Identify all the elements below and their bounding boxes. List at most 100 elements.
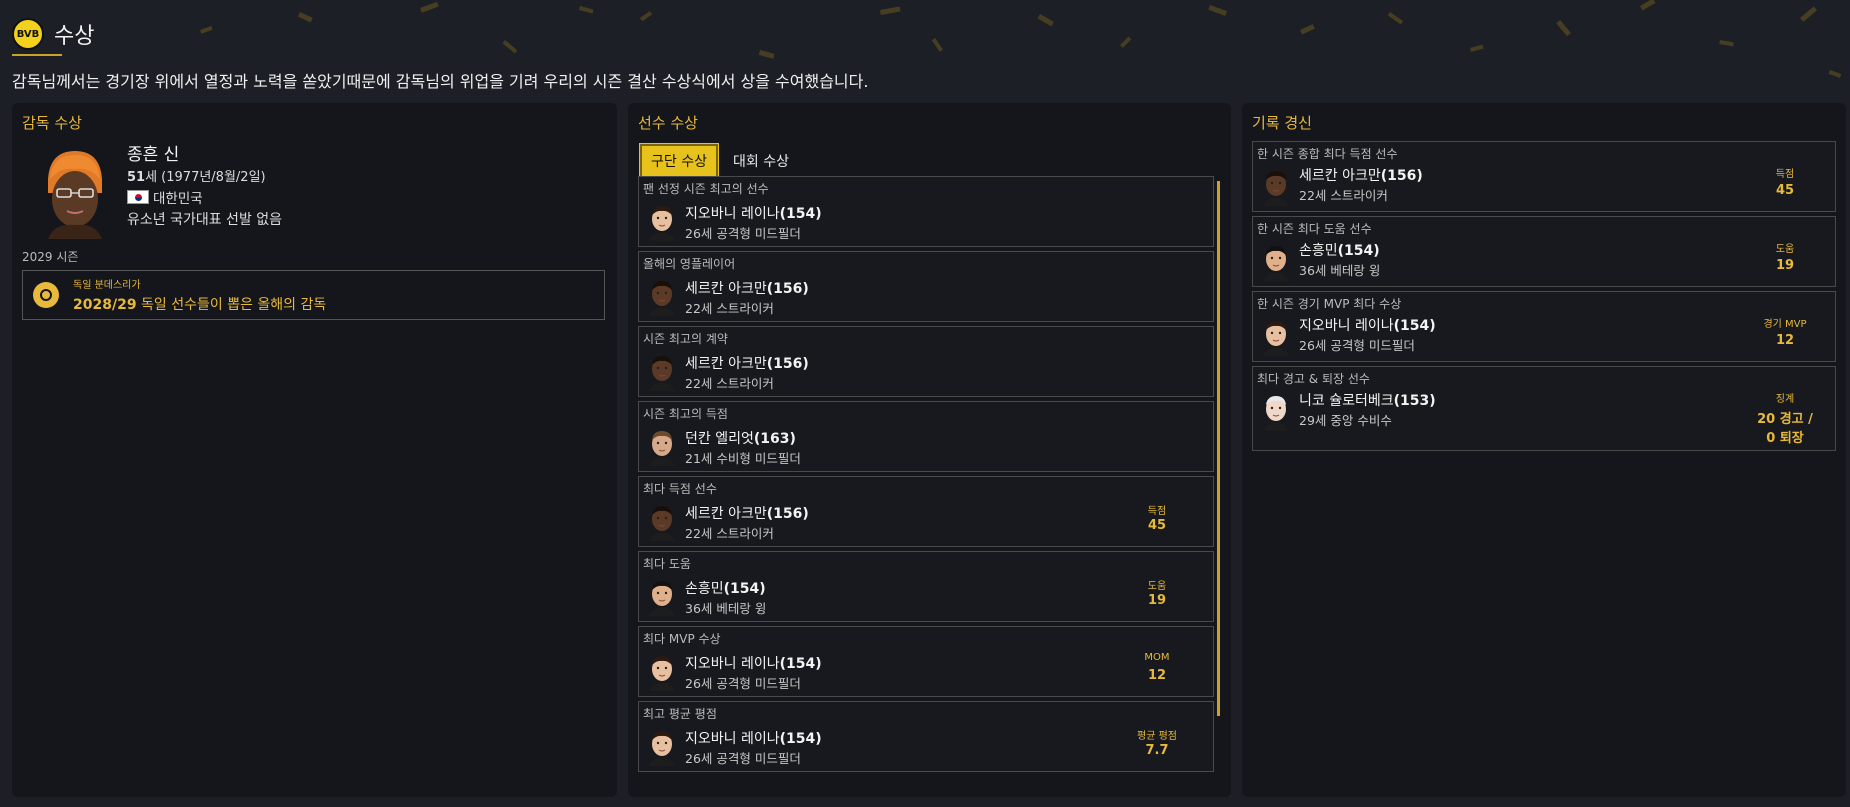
player-position: 36세 베테랑 윙 (1299, 263, 1381, 278)
record-card[interactable]: 한 시즌 경기 MVP 최다 수상 지오바니 레이나(154) 26세 공격형 미… (1252, 291, 1836, 362)
player-award-card[interactable]: 최다 득점 선수 세르칸 아크만(156) 22세 스트라이커 득점 45 (638, 476, 1214, 547)
stat-label: 징계 (1775, 394, 1795, 405)
player-position: 22세 스트라이커 (685, 526, 774, 541)
manager-name: 종흔 신 (127, 145, 180, 165)
player-face (649, 656, 675, 691)
stat-label: 평균 평점 (1137, 731, 1177, 742)
manager-age: 51세 (1977년/8월/2일) (127, 170, 266, 185)
player-face (649, 731, 675, 766)
stat-value: 19 (1147, 593, 1167, 608)
award-title: 한 시즌 종합 최다 득점 선수 (1257, 147, 1398, 161)
player-name[interactable]: 지오바니 레이나(154) (685, 728, 822, 748)
player-face (1263, 396, 1289, 431)
player-position: 26세 공격형 미드필더 (685, 751, 801, 766)
player-position: 22세 스트라이커 (1299, 188, 1388, 203)
player-panel-title: 선수 수상 (638, 114, 698, 132)
manager-award-card[interactable]: 독일 분데스리가 2028/29 독일 선수들이 뽑은 올해의 감독 (22, 270, 605, 320)
award-title: 시즌 최고의 계약 (643, 332, 728, 346)
season-label: 2029 시즌 (22, 250, 79, 264)
player-awards-panel: 선수 수상 구단 수상 대회 수상 팬 선정 시즌 최고의 선수 지오바니 레이… (628, 103, 1231, 797)
award-title: 올해의 영플레이어 (643, 257, 736, 271)
manager-nation-label: 대한민국 (153, 191, 203, 207)
player-name[interactable]: 손흥민(154) (1299, 240, 1380, 260)
award-description: 2028/29 독일 선수들이 뽑은 올해의 감독 (73, 297, 327, 313)
player-name[interactable]: 니코 슐로터베크(153) (1299, 390, 1436, 410)
player-award-list[interactable]: 팬 선정 시즌 최고의 선수 지오바니 레이나(154) 26세 공격형 미드필더… (638, 176, 1223, 786)
player-name[interactable]: 지오바니 레이나(154) (1299, 315, 1436, 335)
player-name[interactable]: 던칸 엘리엇(163) (685, 428, 796, 448)
record-card[interactable]: 한 시즌 최다 도움 선수 손흥민(154) 36세 베테랑 윙 도움 19 (1252, 216, 1836, 287)
player-position: 22세 스트라이커 (685, 301, 774, 316)
award-competition: 독일 분데스리가 (73, 280, 141, 291)
tab-competition-awards[interactable]: 대회 수상 (724, 146, 798, 176)
manager-nationality: 대한민국 (127, 187, 203, 207)
player-position: 22세 스트라이커 (685, 376, 774, 391)
stat-value: 12 (1147, 668, 1167, 683)
award-title: 한 시즌 경기 MVP 최다 수상 (1257, 297, 1402, 311)
player-face (1263, 171, 1289, 206)
stat-label: 도움 (1775, 244, 1795, 255)
korea-flag-icon (127, 190, 149, 204)
award-title: 시즌 최고의 득점 (643, 407, 728, 421)
intro-text: 감독님께서는 경기장 위에서 열정과 노력을 쏟았기때문에 감독님의 위업을 기… (12, 72, 869, 91)
player-name[interactable]: 세르칸 아크만(156) (685, 503, 809, 523)
player-face (649, 356, 675, 391)
manager-panel-title: 감독 수상 (22, 114, 82, 132)
player-award-card[interactable]: 시즌 최고의 계약 세르칸 아크만(156) 22세 스트라이커 (638, 326, 1214, 397)
player-name[interactable]: 손흥민(154) (685, 578, 766, 598)
player-face (649, 206, 675, 241)
record-card[interactable]: 한 시즌 종합 최다 득점 선수 세르칸 아크만(156) 22세 스트라이커 득점… (1252, 141, 1836, 212)
stat-label: 경기 MVP (1763, 319, 1807, 330)
award-title: 최다 도움 (643, 557, 691, 571)
player-award-card[interactable]: 팬 선정 시즌 최고의 선수 지오바니 레이나(154) 26세 공격형 미드필더 (638, 176, 1214, 247)
player-position: 26세 공격형 미드필더 (685, 226, 801, 241)
player-face (1263, 246, 1289, 281)
player-position: 36세 베테랑 윙 (685, 601, 767, 616)
stat-label: 득점 (1775, 169, 1795, 180)
club-logo: BVB (12, 18, 44, 50)
player-face (649, 281, 675, 316)
award-title: 최고 평균 평점 (643, 707, 717, 721)
stat-label: 도움 (1147, 581, 1167, 592)
stat-value: 45 (1775, 183, 1795, 198)
stat-value: 12 (1775, 333, 1795, 348)
player-name[interactable]: 세르칸 아크만(156) (685, 278, 809, 298)
award-title: 최다 득점 선수 (643, 482, 717, 496)
player-award-card[interactable]: 최다 MVP 수상 지오바니 레이나(154) 26세 공격형 미드필더 MOM 12 (638, 626, 1214, 697)
manager-international-caps: 유소년 국가대표 선발 없음 (127, 212, 283, 228)
record-card[interactable]: 최다 경고 & 퇴장 선수 니코 슐로터베크(153) 29세 중앙 수비수 징계 2… (1252, 366, 1836, 451)
player-name[interactable]: 지오바니 레이나(154) (685, 203, 822, 223)
stat-value-secondary: 0 퇴장 (1766, 431, 1804, 446)
player-award-card[interactable]: 최고 평균 평점 지오바니 레이나(154) 26세 공격형 미드필더 평균 평점 7… (638, 701, 1214, 772)
manager-avatar (48, 151, 102, 239)
scrollbar[interactable] (1217, 181, 1220, 716)
stat-value: 7.7 (1145, 743, 1169, 758)
player-name[interactable]: 세르칸 아크만(156) (685, 353, 809, 373)
stat-label: 득점 (1147, 506, 1167, 517)
player-award-card[interactable]: 최다 도움 손흥민(154) 36세 베테랑 윙 도움 19 (638, 551, 1214, 622)
player-face (1263, 321, 1289, 356)
records-panel: 기록 경신 한 시즌 종합 최다 득점 선수 세르칸 아크만(156) 22세 스… (1242, 103, 1846, 797)
award-title: 최다 경고 & 퇴장 선수 (1257, 372, 1370, 386)
player-face (649, 431, 675, 466)
records-panel-title: 기록 경신 (1252, 114, 1312, 132)
title-underline (12, 54, 62, 56)
player-position: 26세 공격형 미드필더 (1299, 338, 1415, 353)
player-position: 21세 수비형 미드필더 (685, 451, 801, 466)
player-name[interactable]: 지오바니 레이나(154) (685, 653, 822, 673)
medal-icon (33, 282, 59, 308)
records-list: 한 시즌 종합 최다 득점 선수 세르칸 아크만(156) 22세 스트라이커 득점… (1252, 141, 1836, 455)
stat-value: 19 (1775, 258, 1795, 273)
award-title: 한 시즌 최다 도움 선수 (1257, 222, 1372, 236)
award-tabs: 구단 수상 대회 수상 (639, 143, 798, 179)
player-award-card[interactable]: 올해의 영플레이어 세르칸 아크만(156) 22세 스트라이커 (638, 251, 1214, 322)
player-award-card[interactable]: 시즌 최고의 득점 던칸 엘리엇(163) 21세 수비형 미드필더 (638, 401, 1214, 472)
tab-club-awards[interactable]: 구단 수상 (639, 143, 719, 179)
player-position: 26세 공격형 미드필더 (685, 676, 801, 691)
confetti-decoration (200, 0, 1842, 78)
player-position: 29세 중앙 수비수 (1299, 413, 1392, 428)
page-title: 수상 (54, 24, 95, 49)
page-header: BVB 수상 (12, 12, 94, 56)
player-name[interactable]: 세르칸 아크만(156) (1299, 165, 1423, 185)
stat-label: MOM (1144, 652, 1170, 663)
